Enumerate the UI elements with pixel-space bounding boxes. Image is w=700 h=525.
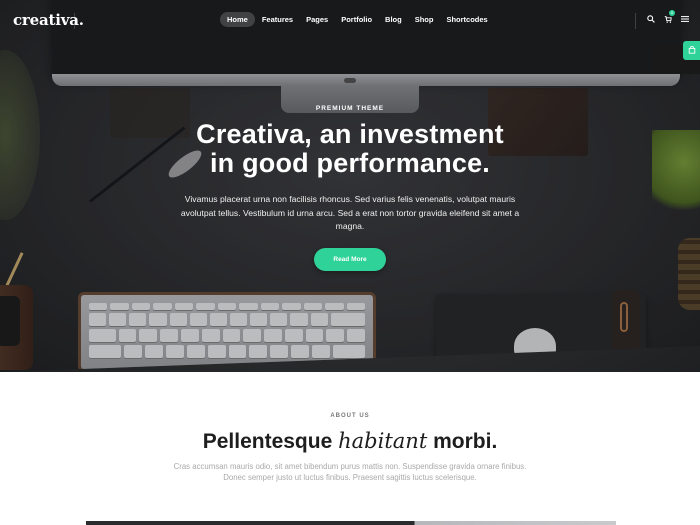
nav-item-blog[interactable]: Blog [379,12,408,27]
nav-item-home[interactable]: Home [220,12,255,27]
hero-eyebrow: PREMIUM THEME [315,105,385,112]
menu-icon[interactable] [680,12,689,26]
about-title-part2: habitant [338,429,428,453]
nav-item-shortcodes[interactable]: Shortcodes [440,12,493,27]
about-title-part3: morbi. [433,430,498,453]
hero-background [0,0,700,372]
about-label: ABOUT US [330,413,370,419]
hero-headline-line1: Creativa, an investment [196,119,504,149]
about-title: Pellentesque habitant morbi. [0,428,700,455]
hero-section: creativa. Home Features Pages Portfolio … [0,0,700,372]
nav-icons: 0 [646,10,689,26]
next-section-image-strip [86,521,616,525]
cart-side-tab[interactable] [683,41,700,60]
nav-item-shop[interactable]: Shop [409,12,440,27]
cart-icon[interactable]: 0 [663,10,675,26]
about-title-part1: Pellentesque [202,430,333,453]
nav-divider [635,13,636,29]
nav-item-features[interactable]: Features [256,12,299,27]
main-menu: Home Features Pages Portfolio Blog Shop … [220,12,495,27]
nav-divider [74,13,75,29]
top-navigation: creativa. Home Features Pages Portfolio … [0,0,700,40]
about-text: Cras accumsan mauris odio, sit amet bibe… [173,462,527,482]
cart-count-badge: 0 [669,10,675,16]
read-more-button[interactable]: Read More [314,248,386,271]
cart-side-tab-icon [688,45,695,54]
hero-headline: Creativa, an investment in good performa… [0,120,700,178]
nav-item-portfolio[interactable]: Portfolio [335,12,378,27]
search-icon[interactable] [646,12,655,26]
hero-overlay [0,0,700,372]
hero-subtext: Vivamus placerat urna non facilisis rhon… [180,194,520,231]
nav-item-pages[interactable]: Pages [300,12,334,27]
hero-headline-line2: in good performance. [209,148,491,178]
